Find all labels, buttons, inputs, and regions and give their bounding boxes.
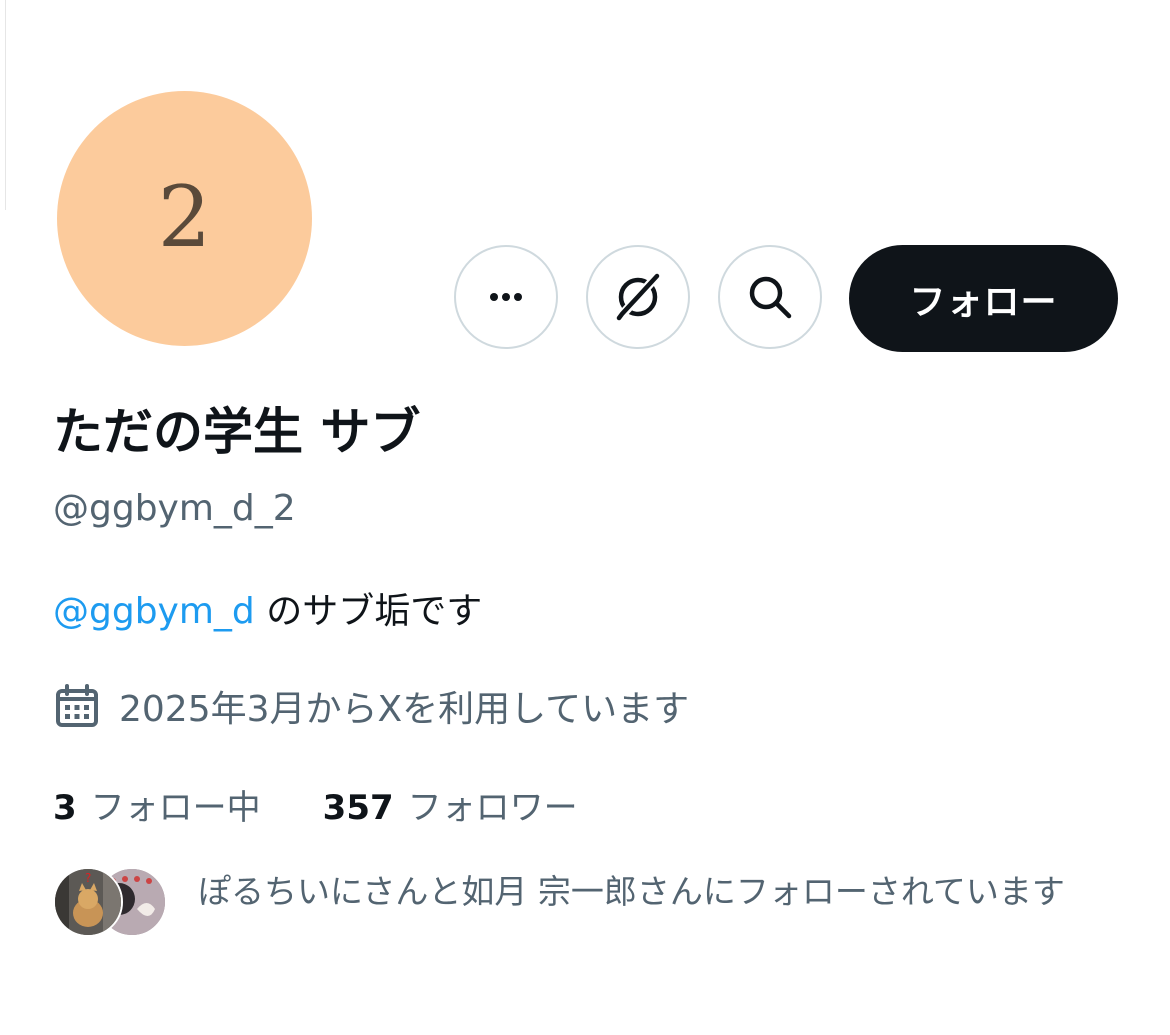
followers-count: 357: [322, 788, 394, 828]
following-count: 3: [53, 788, 77, 828]
follower-avatars: ?: [53, 865, 173, 937]
left-edge-divider: [5, 0, 6, 210]
followers-you-know[interactable]: ? ぽるちいにさんと如月 宗一郎さんにフォローされています: [53, 865, 1065, 937]
followers-link[interactable]: 357 フォロワー: [323, 780, 578, 829]
search-icon: [749, 276, 792, 319]
joined-text: 2025年3月からXを利用しています: [119, 689, 690, 730]
joined-date: 2025年3月からXを利用しています: [53, 680, 689, 732]
grok-icon: [615, 272, 661, 322]
following-link[interactable]: 3 フォロー中: [53, 780, 261, 829]
follower-avatar-1: ?: [53, 867, 123, 937]
svg-text:?: ?: [85, 871, 91, 885]
calendar-icon: [56, 684, 98, 727]
search-button[interactable]: [718, 245, 822, 349]
more-button[interactable]: [454, 245, 558, 349]
bio-text: のサブ垢です: [254, 591, 483, 632]
avatar-text: 2: [157, 167, 212, 266]
following-label: フォロー中: [90, 788, 261, 828]
display-name: ただの学生 サブ: [53, 403, 421, 461]
more-icon: [490, 293, 522, 301]
follow-button[interactable]: フォロー: [849, 245, 1118, 352]
followers-label: フォロワー: [407, 788, 578, 828]
grok-button[interactable]: [586, 245, 690, 349]
followed-by-text: ぽるちいにさんと如月 宗一郎さんにフォローされています: [198, 872, 1065, 911]
follow-stats: 3 フォロー中 357 フォロワー: [53, 780, 578, 829]
bio-mention-link[interactable]: @ggbym_d: [53, 591, 255, 632]
profile-bio: @ggbym_d のサブ垢です: [53, 582, 482, 634]
profile-handle: @ggbym_d_2: [53, 488, 296, 529]
profile-avatar[interactable]: 2: [57, 91, 312, 346]
